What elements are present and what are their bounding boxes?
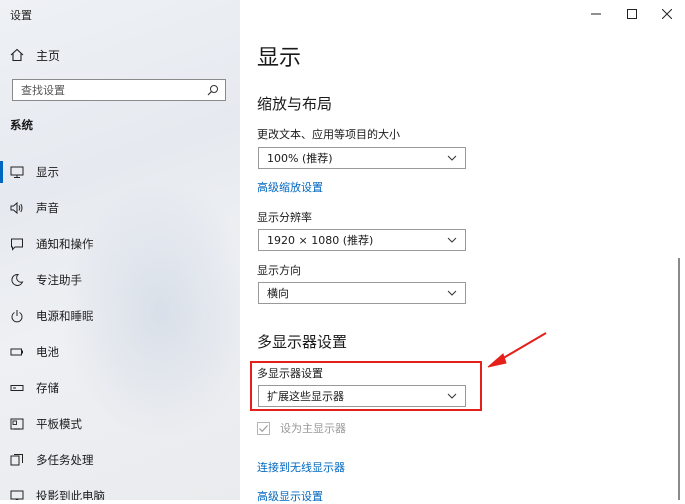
- advanced-scaling-link[interactable]: 高级缩放设置: [257, 179, 323, 195]
- sidebar-item-battery[interactable]: 电池: [0, 334, 240, 370]
- window-title: 设置: [10, 9, 32, 22]
- battery-icon: [10, 345, 24, 359]
- sidebar-item-storage[interactable]: 存储: [0, 370, 240, 406]
- sidebar-item-label: 声音: [36, 201, 59, 215]
- tablet-icon: [10, 417, 24, 431]
- sidebar-item-sound[interactable]: 声音: [0, 190, 240, 226]
- orientation-label: 显示方向: [257, 264, 301, 277]
- minimize-button[interactable]: [578, 0, 614, 26]
- annotation-highlight-box: [250, 361, 482, 411]
- sidebar-item-focus-assist[interactable]: 专注助手: [0, 262, 240, 298]
- sidebar-item-label: 投影到此电脑: [36, 489, 105, 500]
- moon-icon: [10, 273, 24, 287]
- search-input[interactable]: [21, 83, 201, 97]
- chevron-down-icon: [447, 288, 457, 298]
- minimize-icon: [591, 4, 601, 23]
- home-icon: [10, 48, 24, 62]
- monitor-icon: [10, 165, 24, 179]
- resolution-dropdown[interactable]: 1920 × 1080 (推荐): [258, 229, 466, 251]
- sidebar-nav: 显示 声音 通知和操作 专注助手 电源和睡眠 电池 存储 平板模式 多任务处理 …: [0, 154, 240, 500]
- sidebar-item-label: 电源和睡眠: [36, 309, 94, 323]
- sidebar-item-notifications[interactable]: 通知和操作: [0, 226, 240, 262]
- section-label: 系统: [10, 118, 33, 132]
- sidebar-item-label: 通知和操作: [36, 237, 94, 251]
- power-icon: [10, 309, 24, 323]
- sidebar-item-label: 多任务处理: [36, 453, 94, 467]
- maximize-icon: [627, 4, 637, 23]
- storage-icon: [10, 381, 24, 395]
- main-content: 显示 缩放与布局 更改文本、应用等项目的大小 100% (推荐) 高级缩放设置 …: [240, 0, 685, 503]
- text-size-label: 更改文本、应用等项目的大小: [257, 128, 400, 141]
- search-icon[interactable]: [207, 84, 219, 96]
- home-label: 主页: [36, 48, 61, 63]
- sidebar-item-project[interactable]: 投影到此电脑: [0, 478, 240, 500]
- sidebar-item-label: 电池: [36, 345, 59, 359]
- sidebar-item-multitasking[interactable]: 多任务处理: [0, 442, 240, 478]
- text-size-dropdown[interactable]: 100% (推荐): [258, 147, 466, 169]
- sidebar-item-label: 平板模式: [36, 417, 82, 431]
- home-nav-item[interactable]: 主页: [10, 45, 60, 65]
- multitask-icon: [10, 453, 24, 467]
- close-button[interactable]: [649, 0, 685, 26]
- orientation-dropdown[interactable]: 横向: [258, 282, 466, 304]
- sidebar-item-label: 专注助手: [36, 273, 82, 287]
- dropdown-value: 1920 × 1080 (推荐): [267, 234, 374, 247]
- advanced-display-link[interactable]: 高级显示设置: [257, 488, 323, 504]
- dropdown-value: 100% (推荐): [267, 152, 333, 165]
- page-title: 显示: [257, 46, 302, 71]
- maximize-button[interactable]: [614, 0, 650, 26]
- wireless-display-link[interactable]: 连接到无线显示器: [257, 459, 345, 475]
- dropdown-value: 横向: [267, 287, 289, 300]
- resolution-label: 显示分辨率: [257, 211, 312, 224]
- sidebar: 设置 主页 系统 显示 声音 通知和操作: [0, 0, 240, 500]
- search-box[interactable]: [12, 79, 226, 101]
- chevron-down-icon: [447, 235, 457, 245]
- primary-display-label: 设为主显示器: [280, 422, 346, 435]
- scrollbar[interactable]: [678, 258, 680, 500]
- sidebar-item-label: 存储: [36, 381, 59, 395]
- primary-display-checkbox[interactable]: [257, 421, 270, 435]
- primary-display-checkbox-row[interactable]: 设为主显示器: [257, 420, 346, 436]
- chevron-down-icon: [447, 153, 457, 163]
- close-icon: [661, 4, 673, 23]
- project-icon: [10, 489, 24, 500]
- notification-icon: [10, 237, 24, 251]
- sidebar-item-label: 显示: [36, 165, 59, 179]
- sidebar-item-tablet-mode[interactable]: 平板模式: [0, 406, 240, 442]
- speaker-icon: [10, 201, 24, 215]
- scale-layout-heading: 缩放与布局: [257, 95, 333, 113]
- multi-display-heading: 多显示器设置: [257, 333, 348, 351]
- sidebar-item-power-sleep[interactable]: 电源和睡眠: [0, 298, 240, 334]
- sidebar-item-display[interactable]: 显示: [0, 154, 240, 190]
